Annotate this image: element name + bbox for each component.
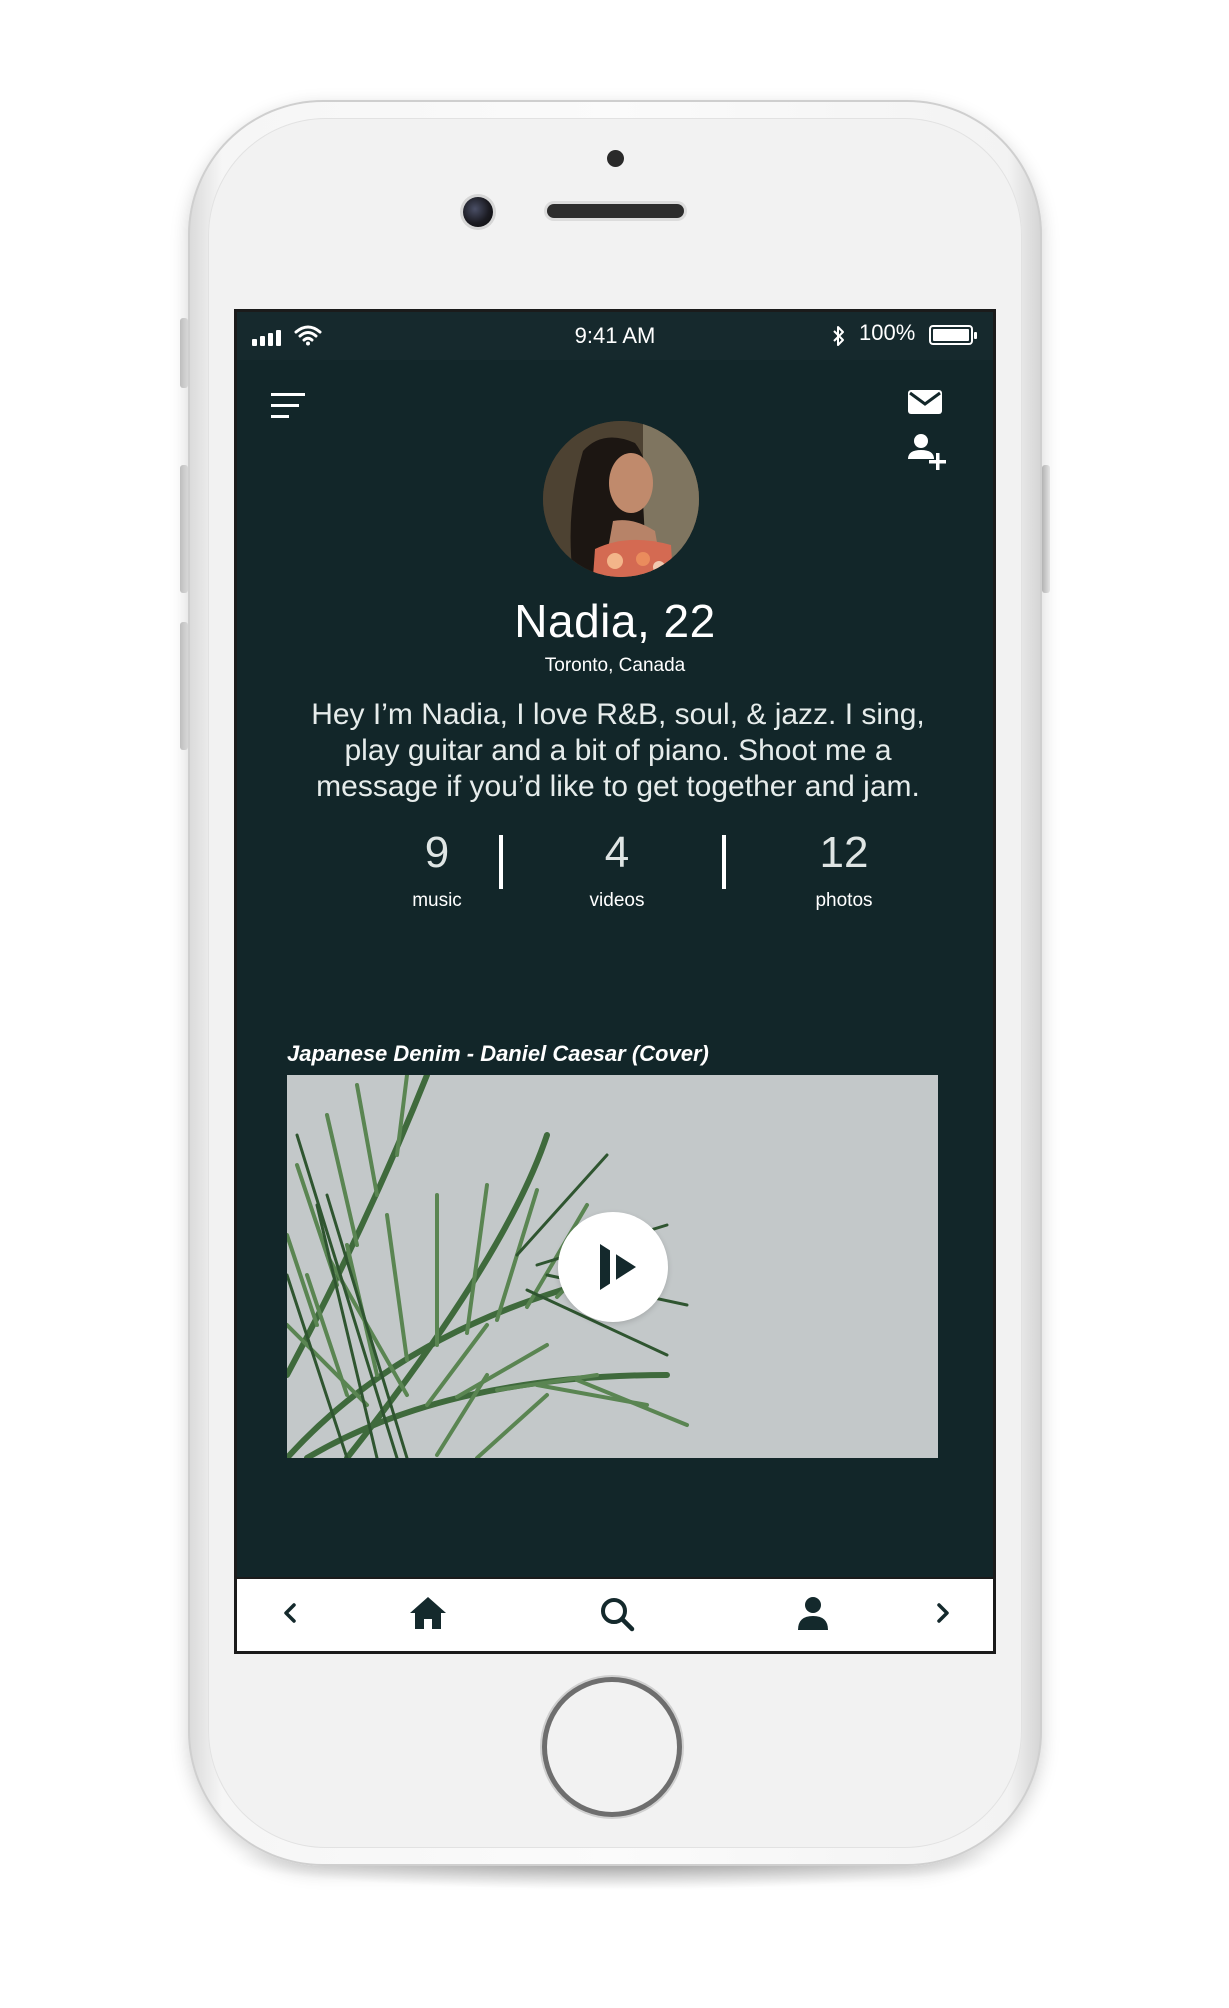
front-camera xyxy=(463,197,493,227)
stat-photos[interactable]: 12 photos xyxy=(754,828,934,912)
earpiece-speaker xyxy=(547,204,684,218)
home-button[interactable] xyxy=(547,1682,677,1812)
featured-video-thumbnail[interactable] xyxy=(287,1075,938,1458)
home-icon[interactable] xyxy=(408,1595,448,1631)
stat-label: videos xyxy=(589,890,645,911)
app-screen: 9:41 AM 100% Nadia, 22 Toronto, Canada H… xyxy=(234,309,996,1654)
bottom-navigation xyxy=(237,1577,993,1651)
profile-location: Toronto, Canada xyxy=(544,655,686,676)
stat-value: 12 xyxy=(819,828,869,877)
volume-down-button xyxy=(180,622,188,750)
stat-videos[interactable]: 4 videos xyxy=(527,828,707,912)
menu-icon[interactable] xyxy=(271,391,307,421)
profile-bio: Hey I’m Nadia, I love R&B, soul, & jazz.… xyxy=(311,698,925,803)
back-chevron-icon[interactable] xyxy=(277,1597,303,1629)
stat-divider xyxy=(499,835,503,889)
volume-up-button xyxy=(180,465,188,593)
avatar[interactable] xyxy=(543,421,699,577)
play-button[interactable] xyxy=(558,1212,668,1322)
search-icon[interactable] xyxy=(599,1596,635,1632)
add-user-icon[interactable] xyxy=(907,432,949,474)
stat-label: photos xyxy=(815,890,873,911)
profile-icon[interactable] xyxy=(795,1595,831,1631)
mail-icon[interactable] xyxy=(907,388,943,416)
bluetooth-icon xyxy=(833,326,844,346)
profile-photo xyxy=(543,421,699,577)
stat-value: 4 xyxy=(604,828,630,877)
mute-switch xyxy=(180,318,188,388)
forward-chevron-icon[interactable] xyxy=(930,1597,956,1629)
profile-name: Nadia, 22 xyxy=(514,595,716,647)
stat-divider xyxy=(722,835,726,889)
proximity-sensor xyxy=(607,150,624,167)
featured-track-title: Japanese Denim - Daniel Caesar (Cover) xyxy=(287,1041,709,1066)
battery-percent: 100% xyxy=(859,320,916,345)
stat-label: music xyxy=(412,890,462,911)
battery-icon xyxy=(929,325,977,345)
status-bar: 9:41 AM 100% xyxy=(237,312,993,360)
play-icon xyxy=(600,1244,636,1290)
power-button xyxy=(1042,465,1050,593)
